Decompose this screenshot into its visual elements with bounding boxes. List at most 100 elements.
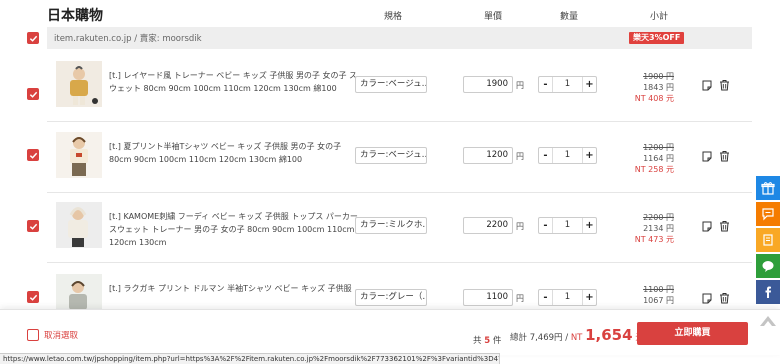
trash-icon[interactable] <box>719 79 730 91</box>
spec-select[interactable]: カラー:ベージュ… <box>355 76 427 93</box>
check-icon <box>29 35 37 42</box>
increase-button[interactable]: + <box>582 218 596 233</box>
total-amount: 1,654 <box>585 326 633 344</box>
shop-select-checkbox[interactable] <box>27 32 39 44</box>
count-value: 5 <box>484 336 491 346</box>
item-select-checkbox[interactable] <box>27 220 39 232</box>
quantity-value[interactable]: 1 <box>553 77 582 92</box>
cart-item: [t.] KAMOME刺繍 フーディ ベビー キッズ 子供服 トップス パーカー… <box>47 190 752 263</box>
discount-badge: 樂天3%OFF <box>629 32 685 44</box>
memo-icon[interactable] <box>702 151 712 162</box>
product-image <box>56 132 102 178</box>
original-price: 2200 円 <box>643 213 674 222</box>
item-select-checkbox[interactable] <box>27 149 39 161</box>
cart-item: [t.] 夏プリント半袖Tシャツ ベビー キッズ 子供服 男の子 女の子 80c… <box>47 120 752 193</box>
gift-button[interactable] <box>756 176 780 200</box>
quantity-stepper: - 1 + <box>538 289 597 306</box>
item-select-checkbox[interactable] <box>27 88 39 100</box>
shop-bar: item.rakuten.co.jp / 賣家: moorsdik 樂天3%OF… <box>47 27 752 49</box>
unit-price-field[interactable]: 1900 <box>463 76 513 93</box>
chat-button[interactable] <box>756 202 780 226</box>
facebook-icon <box>765 286 771 298</box>
col-spec-header: 規格 <box>384 12 403 22</box>
product-thumbnail[interactable] <box>56 61 102 107</box>
memo-icon[interactable] <box>702 293 712 304</box>
check-icon <box>29 152 37 159</box>
spec-select[interactable]: カラー:ミルクホ… <box>355 217 427 234</box>
trash-icon[interactable] <box>719 150 730 162</box>
decrease-button[interactable]: - <box>539 77 553 92</box>
total-yen: 總計 7,469円 / <box>510 333 569 343</box>
nt-price: NT 408 元 <box>634 94 674 103</box>
col-price-header: 單價 <box>484 12 503 22</box>
quantity-value[interactable]: 1 <box>553 290 582 305</box>
check-icon <box>29 91 37 98</box>
side-toolbar <box>756 176 780 306</box>
facebook-button[interactable] <box>756 280 780 304</box>
total-currency: NT <box>570 333 583 343</box>
back-to-top-icon[interactable] <box>758 312 778 328</box>
browser-status-url: https://www.letao.com.tw/jpshopping/item… <box>0 353 500 364</box>
check-icon <box>29 294 37 301</box>
currency-label: 円 <box>516 152 524 161</box>
product-image <box>56 202 102 248</box>
product-name[interactable]: [t.] 夏プリント半袖Tシャツ ベビー キッズ 子供服 男の子 女の子 80c… <box>109 140 361 166</box>
original-price: 1900 円 <box>643 72 674 81</box>
quantity-stepper: - 1 + <box>538 217 597 234</box>
currency-label: 円 <box>516 222 524 231</box>
currency-label: 円 <box>516 81 524 90</box>
check-icon <box>29 223 37 230</box>
original-price: 1100 円 <box>643 285 674 294</box>
discount-price: 1067 円 <box>643 296 674 305</box>
trash-icon[interactable] <box>719 292 730 304</box>
line-icon <box>762 261 774 272</box>
note-icon <box>763 234 773 246</box>
cart-item: [t.] レイヤード風 トレーナー ベビー キッズ 子供服 男の子 女の子 スウ… <box>47 49 752 122</box>
product-name[interactable]: [t.] レイヤード風 トレーナー ベビー キッズ 子供服 男の子 女の子 スウ… <box>109 69 361 95</box>
product-thumbnail[interactable] <box>56 202 102 248</box>
product-name[interactable]: [t.] KAMOME刺繍 フーディ ベビー キッズ 子供服 トップス パーカー… <box>109 210 361 249</box>
spec-select[interactable]: カラー:ベージュ… <box>355 147 427 164</box>
cart-header: 日本購物 規格 單價 數量 小計 <box>0 0 780 28</box>
quantity-stepper: - 1 + <box>538 76 597 93</box>
original-price: 1200 円 <box>643 143 674 152</box>
count-suffix: 件 <box>492 336 502 346</box>
discount-price: 1843 円 <box>643 83 674 92</box>
unit-price-field[interactable]: 1100 <box>463 289 513 306</box>
product-name[interactable]: [t.] ラクガキ プリント ドルマン 半袖Tシャツ ベビー キッズ 子供服 <box>109 282 361 295</box>
deselect-all-link[interactable]: 取消選取 <box>44 329 78 341</box>
quantity-value[interactable]: 1 <box>553 218 582 233</box>
col-subtotal-header: 小計 <box>650 12 669 22</box>
trash-icon[interactable] <box>719 220 730 232</box>
shop-name: item.rakuten.co.jp / 賣家: moorsdik <box>54 34 202 44</box>
item-select-checkbox[interactable] <box>27 291 39 303</box>
increase-button[interactable]: + <box>582 148 596 163</box>
unit-price-field[interactable]: 2200 <box>463 217 513 234</box>
memo-icon[interactable] <box>702 80 712 91</box>
buy-now-button[interactable]: 立即購買 <box>637 322 748 345</box>
deselect-all-checkbox[interactable] <box>27 329 39 341</box>
checkout-bar: 取消選取 共 5 件 總計 7,469円 / NT 1,654 元 立即購買 <box>0 309 780 355</box>
count-prefix: 共 <box>473 336 482 346</box>
increase-button[interactable]: + <box>582 290 596 305</box>
discount-price: 1164 円 <box>643 154 674 163</box>
line-button[interactable] <box>756 254 780 278</box>
item-count: 共 5 件 <box>473 334 501 346</box>
quantity-value[interactable]: 1 <box>553 148 582 163</box>
nt-price: NT 258 元 <box>634 165 674 174</box>
decrease-button[interactable]: - <box>539 148 553 163</box>
gift-icon <box>761 182 775 195</box>
decrease-button[interactable]: - <box>539 290 553 305</box>
increase-button[interactable]: + <box>582 77 596 92</box>
page-title: 日本購物 <box>47 8 103 24</box>
memo-icon[interactable] <box>702 221 712 232</box>
unit-price-field[interactable]: 1200 <box>463 147 513 164</box>
product-thumbnail[interactable] <box>56 132 102 178</box>
note-button[interactable] <box>756 228 780 252</box>
order-total: 總計 7,469円 / NT 1,654 元 <box>510 326 644 344</box>
currency-label: 円 <box>516 294 524 303</box>
quantity-stepper: - 1 + <box>538 147 597 164</box>
discount-price: 2134 円 <box>643 224 674 233</box>
spec-select[interactable]: カラー:グレー（… <box>355 289 427 306</box>
decrease-button[interactable]: - <box>539 218 553 233</box>
